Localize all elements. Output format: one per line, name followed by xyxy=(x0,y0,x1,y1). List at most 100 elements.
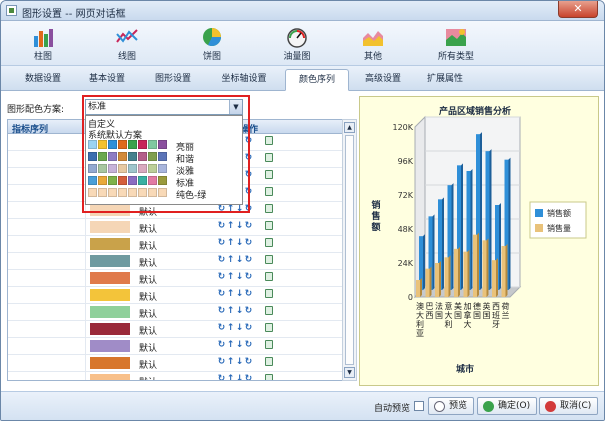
close-button[interactable]: ✕ xyxy=(558,1,598,18)
reset-icon[interactable]: ↻ xyxy=(244,289,253,299)
palette-swatches[interactable] xyxy=(88,164,168,173)
reset-icon[interactable]: ↻ xyxy=(244,255,253,265)
move-down-icon[interactable]: ↓ xyxy=(235,374,244,380)
trash-icon[interactable] xyxy=(265,187,273,196)
series-name-cell[interactable] xyxy=(8,270,86,287)
move-up-icon[interactable]: ↑ xyxy=(226,323,235,333)
reset-icon[interactable]: ↻ xyxy=(244,204,253,214)
table-row[interactable]: 默认↻↑↓↻ xyxy=(8,253,342,270)
series-name-cell[interactable] xyxy=(8,304,86,321)
table-row[interactable]: 默认↻↑↓↻ xyxy=(8,236,342,253)
series-name-cell[interactable] xyxy=(8,202,86,219)
reset-icon[interactable]: ↻ xyxy=(244,306,253,316)
trash-icon[interactable] xyxy=(265,357,273,366)
chart-type-other-button[interactable]: 其他 xyxy=(345,23,401,63)
series-name-cell[interactable] xyxy=(8,185,86,202)
series-name-cell[interactable] xyxy=(8,253,86,270)
series-name-cell[interactable] xyxy=(8,151,86,168)
refresh-icon[interactable]: ↻ xyxy=(217,374,226,380)
reset-icon[interactable]: ↻ xyxy=(244,323,253,333)
cancel-button[interactable]: 取消(C) xyxy=(539,397,599,415)
color-swatch[interactable] xyxy=(90,204,130,216)
palette-swatches[interactable] xyxy=(88,152,168,161)
scroll-up-icon[interactable]: ▲ xyxy=(344,122,355,133)
move-up-icon[interactable]: ↑ xyxy=(226,374,235,380)
table-row[interactable]: 默认↻↑↓↻ xyxy=(8,372,342,380)
move-down-icon[interactable]: ↓ xyxy=(235,289,244,299)
scroll-down-icon[interactable]: ▼ xyxy=(344,367,355,378)
table-row[interactable]: 默认↻↑↓↻ xyxy=(8,219,342,236)
table-row[interactable]: 默认↻↑↓↻ xyxy=(8,287,342,304)
move-up-icon[interactable]: ↑ xyxy=(226,221,235,231)
move-down-icon[interactable]: ↓ xyxy=(235,340,244,350)
refresh-icon[interactable]: ↻ xyxy=(217,357,226,367)
auto-preview-checkbox[interactable] xyxy=(414,401,424,411)
move-down-icon[interactable]: ↓ xyxy=(235,255,244,265)
series-name-cell[interactable] xyxy=(8,338,86,355)
ok-button[interactable]: 确定(O) xyxy=(477,397,538,415)
trash-icon[interactable] xyxy=(265,289,273,298)
trash-icon[interactable] xyxy=(265,170,273,179)
series-name-cell[interactable] xyxy=(8,355,86,372)
refresh-icon[interactable]: ↻ xyxy=(217,323,226,333)
move-up-icon[interactable]: ↑ xyxy=(226,289,235,299)
color-swatch[interactable] xyxy=(90,272,130,284)
color-swatch[interactable] xyxy=(90,289,130,301)
refresh-icon[interactable]: ↻ xyxy=(217,238,226,248)
color-swatch[interactable] xyxy=(90,374,130,380)
color-swatch[interactable] xyxy=(90,340,130,352)
move-up-icon[interactable]: ↑ xyxy=(226,340,235,350)
series-name-cell[interactable] xyxy=(8,219,86,236)
table-row[interactable]: 默认↻↑↓↻ xyxy=(8,304,342,321)
palette-swatches[interactable] xyxy=(88,188,168,197)
reset-icon[interactable]: ↻ xyxy=(244,170,253,180)
series-name-cell[interactable] xyxy=(8,236,86,253)
table-row[interactable]: 默认↻↑↓↻ xyxy=(8,338,342,355)
refresh-icon[interactable]: ↻ xyxy=(217,272,226,282)
trash-icon[interactable] xyxy=(265,255,273,264)
trash-icon[interactable] xyxy=(265,153,273,162)
refresh-icon[interactable]: ↻ xyxy=(217,255,226,265)
chart-type-gauge-button[interactable]: 油量图 xyxy=(269,23,325,63)
trash-icon[interactable] xyxy=(265,238,273,247)
move-up-icon[interactable]: ↑ xyxy=(226,238,235,248)
color-swatch[interactable] xyxy=(90,323,130,335)
color-swatch[interactable] xyxy=(90,238,130,250)
tab-color-series[interactable]: 颜色序列 xyxy=(285,69,349,91)
move-up-icon[interactable]: ↑ xyxy=(226,357,235,367)
trash-icon[interactable] xyxy=(265,136,273,145)
reset-icon[interactable]: ↻ xyxy=(244,374,253,380)
refresh-icon[interactable]: ↻ xyxy=(217,340,226,350)
reset-icon[interactable]: ↻ xyxy=(244,272,253,282)
tab-basic-settings[interactable]: 基本设置 xyxy=(79,69,135,91)
preview-button[interactable]: 预览 xyxy=(428,397,475,415)
reset-icon[interactable]: ↻ xyxy=(244,153,253,163)
tab-axis-settings[interactable]: 坐标轴设置 xyxy=(211,69,277,91)
color-scheme-select[interactable]: 标准 ▼ xyxy=(85,99,243,115)
palette-swatches[interactable] xyxy=(88,176,168,185)
move-up-icon[interactable]: ↑ xyxy=(226,272,235,282)
table-row[interactable]: 默认↻↑↓↻ xyxy=(8,270,342,287)
move-up-icon[interactable]: ↑ xyxy=(226,204,235,214)
trash-icon[interactable] xyxy=(265,340,273,349)
color-swatch[interactable] xyxy=(90,357,130,369)
tab-extended-properties[interactable]: 扩展属性 xyxy=(417,69,473,91)
color-swatch[interactable] xyxy=(90,306,130,318)
refresh-icon[interactable]: ↻ xyxy=(217,306,226,316)
series-name-cell[interactable] xyxy=(8,287,86,304)
series-name-cell[interactable] xyxy=(8,321,86,338)
refresh-icon[interactable]: ↻ xyxy=(217,289,226,299)
chevron-down-icon[interactable]: ▼ xyxy=(229,100,242,114)
move-up-icon[interactable]: ↑ xyxy=(226,306,235,316)
reset-icon[interactable]: ↻ xyxy=(244,357,253,367)
move-up-icon[interactable]: ↑ xyxy=(226,255,235,265)
palette-name[interactable]: 纯色-绿 xyxy=(176,188,206,201)
chart-type-bar-button[interactable]: 柱图 xyxy=(15,23,71,63)
tab-graphic-settings[interactable]: 图形设置 xyxy=(145,69,201,91)
trash-icon[interactable] xyxy=(265,221,273,230)
reset-icon[interactable]: ↻ xyxy=(244,340,253,350)
trash-icon[interactable] xyxy=(265,374,273,380)
move-down-icon[interactable]: ↓ xyxy=(235,323,244,333)
color-swatch[interactable] xyxy=(90,221,130,233)
move-down-icon[interactable]: ↓ xyxy=(235,238,244,248)
